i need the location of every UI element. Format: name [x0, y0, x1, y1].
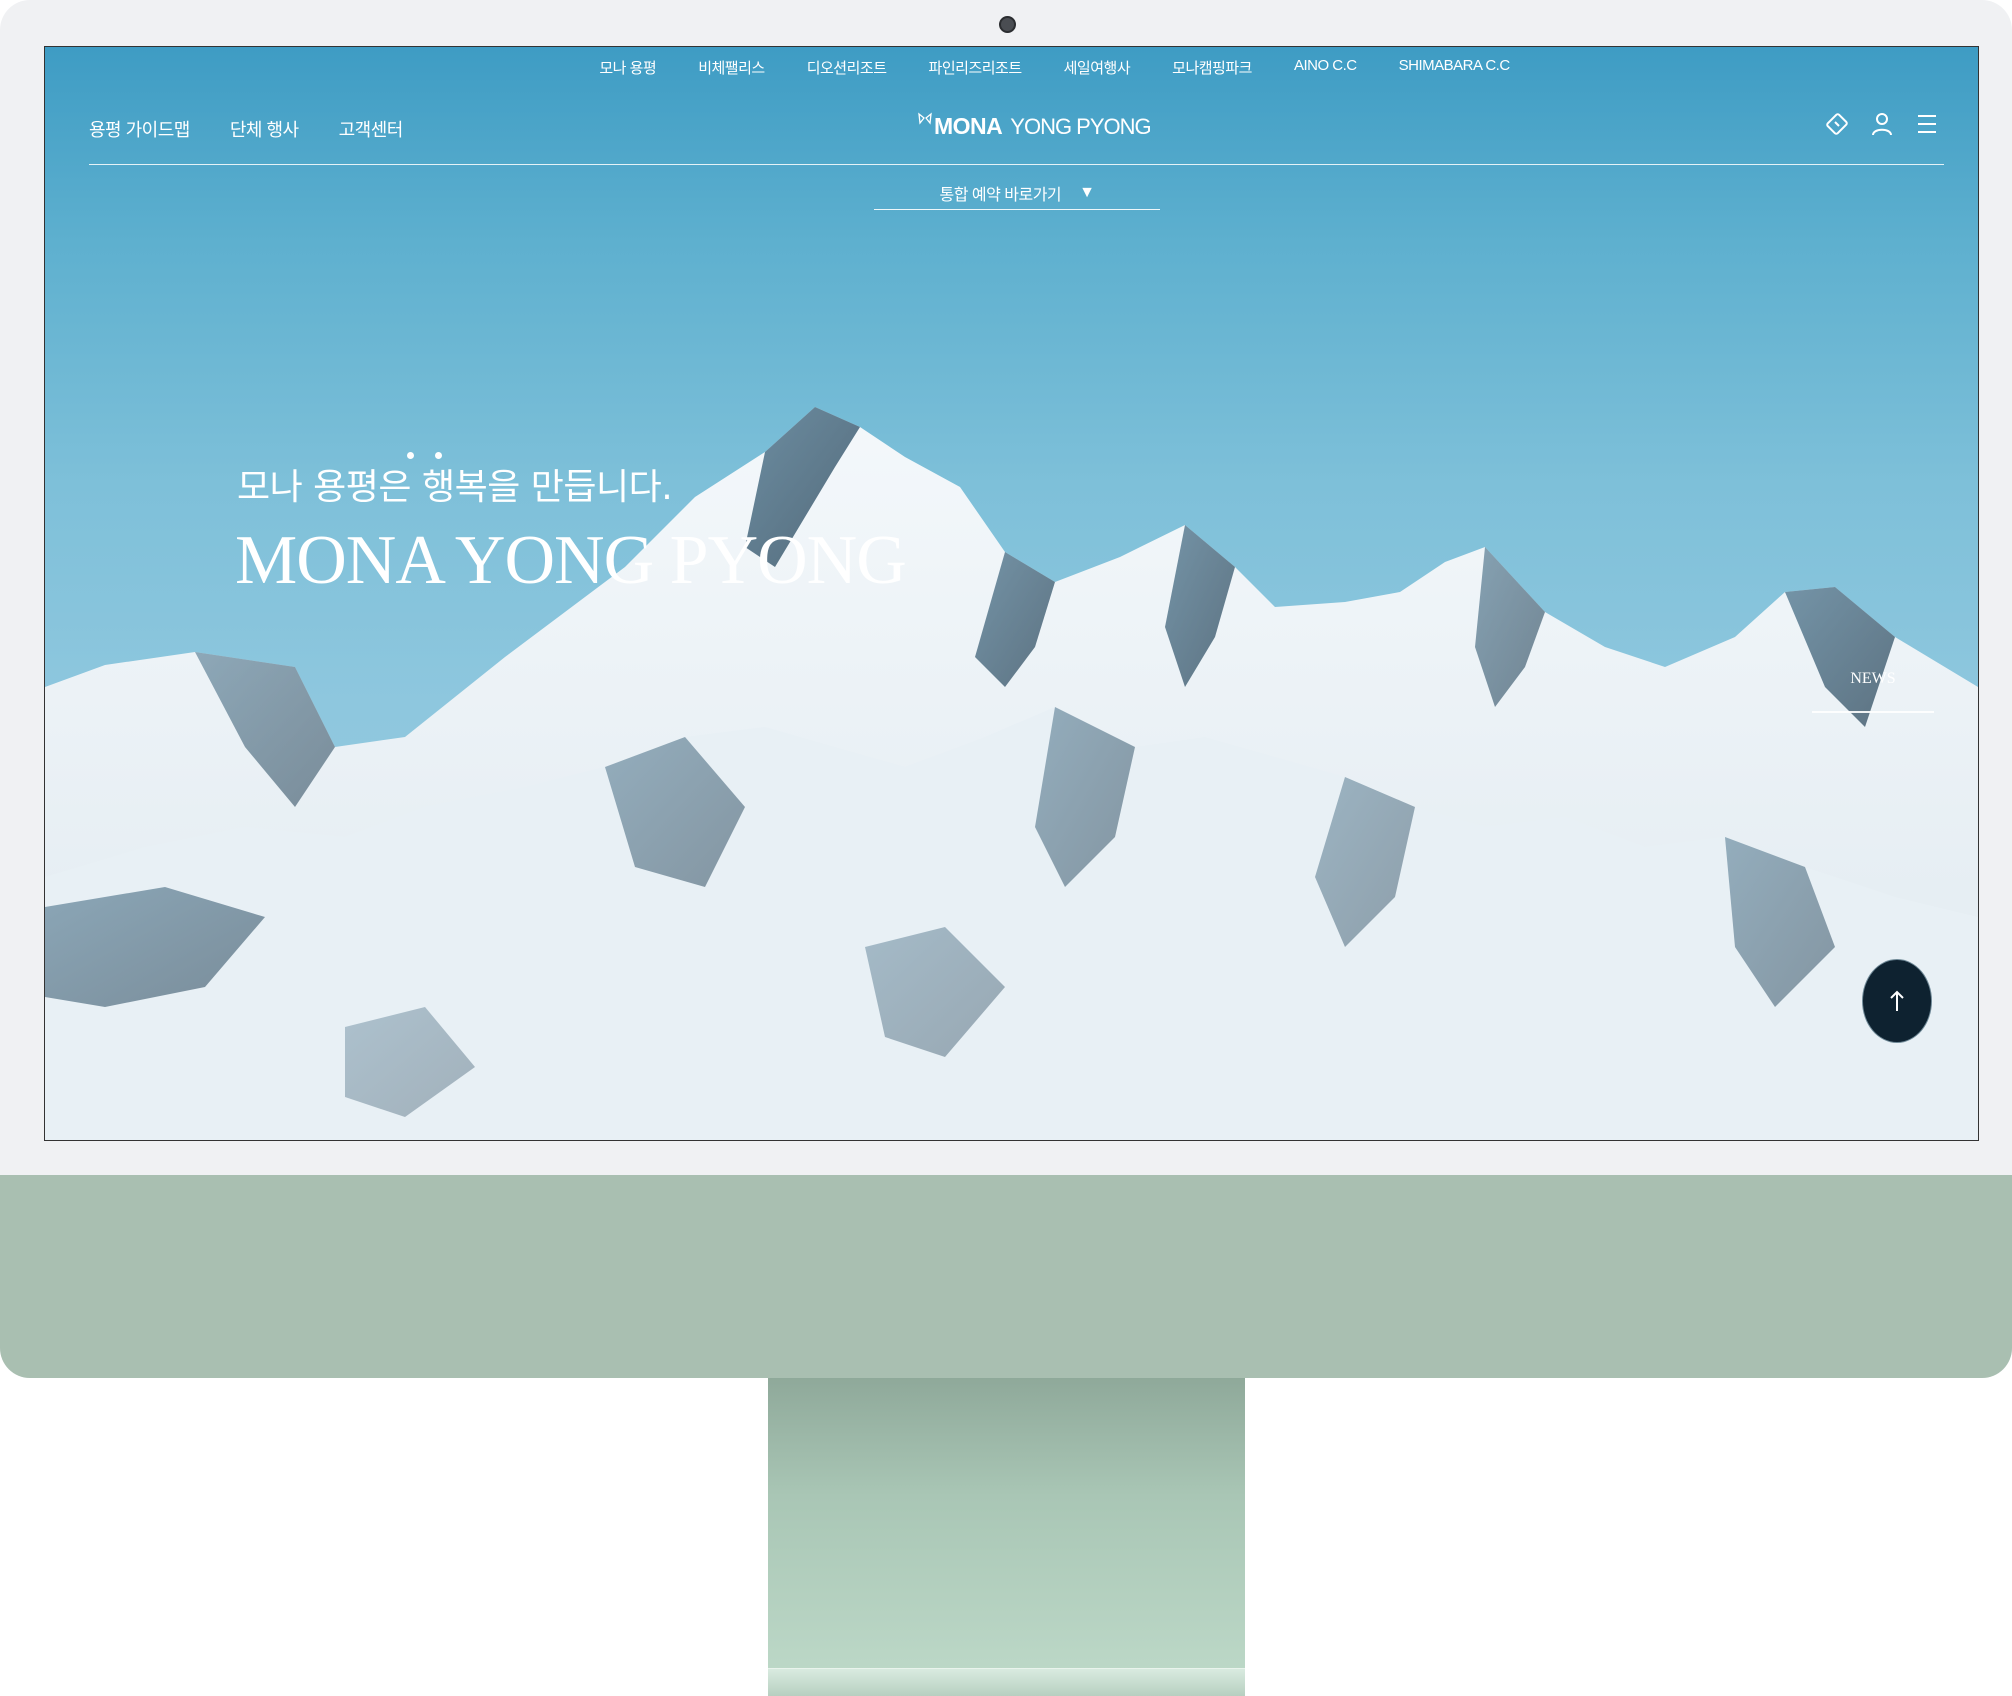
- header-icons: [1824, 111, 1940, 137]
- browser-screen: 모나 용평 비체팰리스 디오션리조트 파인리즈리조트 세일여행사 모나캠핑파크 …: [44, 46, 1979, 1141]
- logo-text-regular: YONG PYONG: [1010, 114, 1151, 139]
- scroll-top-button[interactable]: [1862, 959, 1932, 1043]
- site-link-mona-yongpyong[interactable]: 모나 용평: [578, 57, 677, 78]
- arrow-up-icon: [1890, 990, 1904, 1011]
- hero-title: MONA YONG PYONG: [235, 522, 907, 599]
- nav-group-events[interactable]: 단체 행사: [230, 116, 299, 142]
- site-logo[interactable]: MONA YONG PYONG: [918, 110, 1152, 140]
- ticket-icon[interactable]: [1824, 111, 1850, 137]
- quick-reservation-dropdown[interactable]: 통합 예약 바로가기 ▼: [874, 176, 1160, 210]
- dropdown-arrow-icon: ▼: [1079, 183, 1095, 201]
- site-link-biche-palace[interactable]: 비체팰리스: [677, 57, 786, 78]
- monitor-frame: 모나 용평 비체팰리스 디오션리조트 파인리즈리조트 세일여행사 모나캠핑파크 …: [0, 0, 2012, 1378]
- user-icon[interactable]: [1869, 111, 1895, 137]
- site-link-mona-camping-park[interactable]: 모나캠핑파크: [1151, 57, 1273, 78]
- main-nav: 용평 가이드맵 단체 행사 고객센터: [89, 116, 403, 142]
- news-link[interactable]: NEWS: [1812, 670, 1934, 713]
- webcam: [999, 16, 1016, 33]
- butterfly-logo-icon: [918, 110, 932, 131]
- header-divider: [89, 164, 1944, 165]
- quick-reservation-label: 통합 예약 바로가기: [939, 186, 1062, 204]
- monitor-chin: [0, 1175, 2012, 1378]
- site-link-shimabara-cc[interactable]: SHIMABARA C.C: [1378, 57, 1531, 78]
- monitor-stand-foot: [768, 1668, 1245, 1696]
- menu-icon[interactable]: [1914, 111, 1940, 137]
- family-site-links: 모나 용평 비체팰리스 디오션리조트 파인리즈리조트 세일여행사 모나캠핑파크 …: [45, 57, 1978, 78]
- nav-guide-map[interactable]: 용평 가이드맵: [89, 116, 190, 142]
- monitor-stand: [768, 1378, 1245, 1673]
- site-link-sale-travel[interactable]: 세일여행사: [1043, 57, 1152, 78]
- site-link-pineridge-resort[interactable]: 파인리즈리조트: [908, 57, 1043, 78]
- site-link-deocean-resort[interactable]: 디오션리조트: [786, 57, 908, 78]
- logo-text-bold: MONA: [934, 113, 1003, 139]
- hero-tagline: 모나 용평은 행복을 만듭니다.: [237, 467, 673, 508]
- hero-section: 모나 용평 비체팰리스 디오션리조트 파인리즈리조트 세일여행사 모나캠핑파크 …: [45, 47, 1978, 1140]
- site-link-aino-cc[interactable]: AINO C.C: [1273, 57, 1378, 78]
- nav-customer-center[interactable]: 고객센터: [339, 116, 404, 142]
